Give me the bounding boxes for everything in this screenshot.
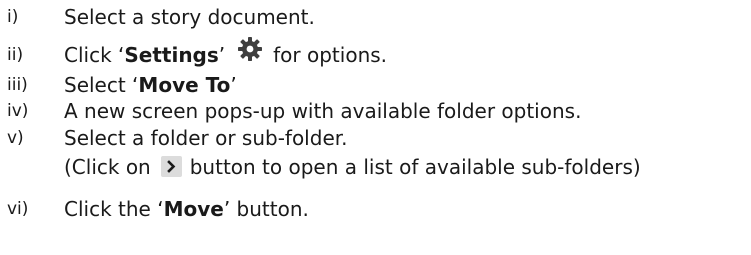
gear-icon bbox=[238, 37, 263, 61]
step-text-after: button to open a list of available sub-f… bbox=[189, 155, 641, 179]
move-to-label: Move To bbox=[138, 73, 231, 97]
step-text-before: Click the ‘ bbox=[64, 197, 164, 221]
step-number: iii) bbox=[7, 75, 28, 95]
step-text-after: ’ bbox=[230, 73, 237, 97]
step-text: Select a folder or sub-folder. bbox=[64, 126, 348, 150]
step-number: i) bbox=[7, 7, 19, 27]
step-text-end: for options. bbox=[273, 43, 388, 67]
step-text-before: (Click on bbox=[64, 155, 151, 179]
settings-label: Settings bbox=[124, 43, 219, 67]
step-text: Select a story document. bbox=[64, 5, 315, 29]
step-text-before: Click ‘ bbox=[64, 43, 125, 67]
chevron-right-icon bbox=[160, 155, 182, 177]
step-number: vi) bbox=[7, 199, 29, 219]
step-number: iv) bbox=[7, 101, 29, 121]
move-label: Move bbox=[163, 197, 224, 221]
step-text-before: Select ‘ bbox=[64, 73, 139, 97]
step-number: v) bbox=[7, 128, 24, 148]
step-text: A new screen pops-up with available fold… bbox=[64, 99, 582, 123]
step-text-after: ’ button. bbox=[223, 197, 309, 221]
step-number: ii) bbox=[7, 45, 24, 65]
step-text-after: ’ bbox=[218, 43, 226, 67]
